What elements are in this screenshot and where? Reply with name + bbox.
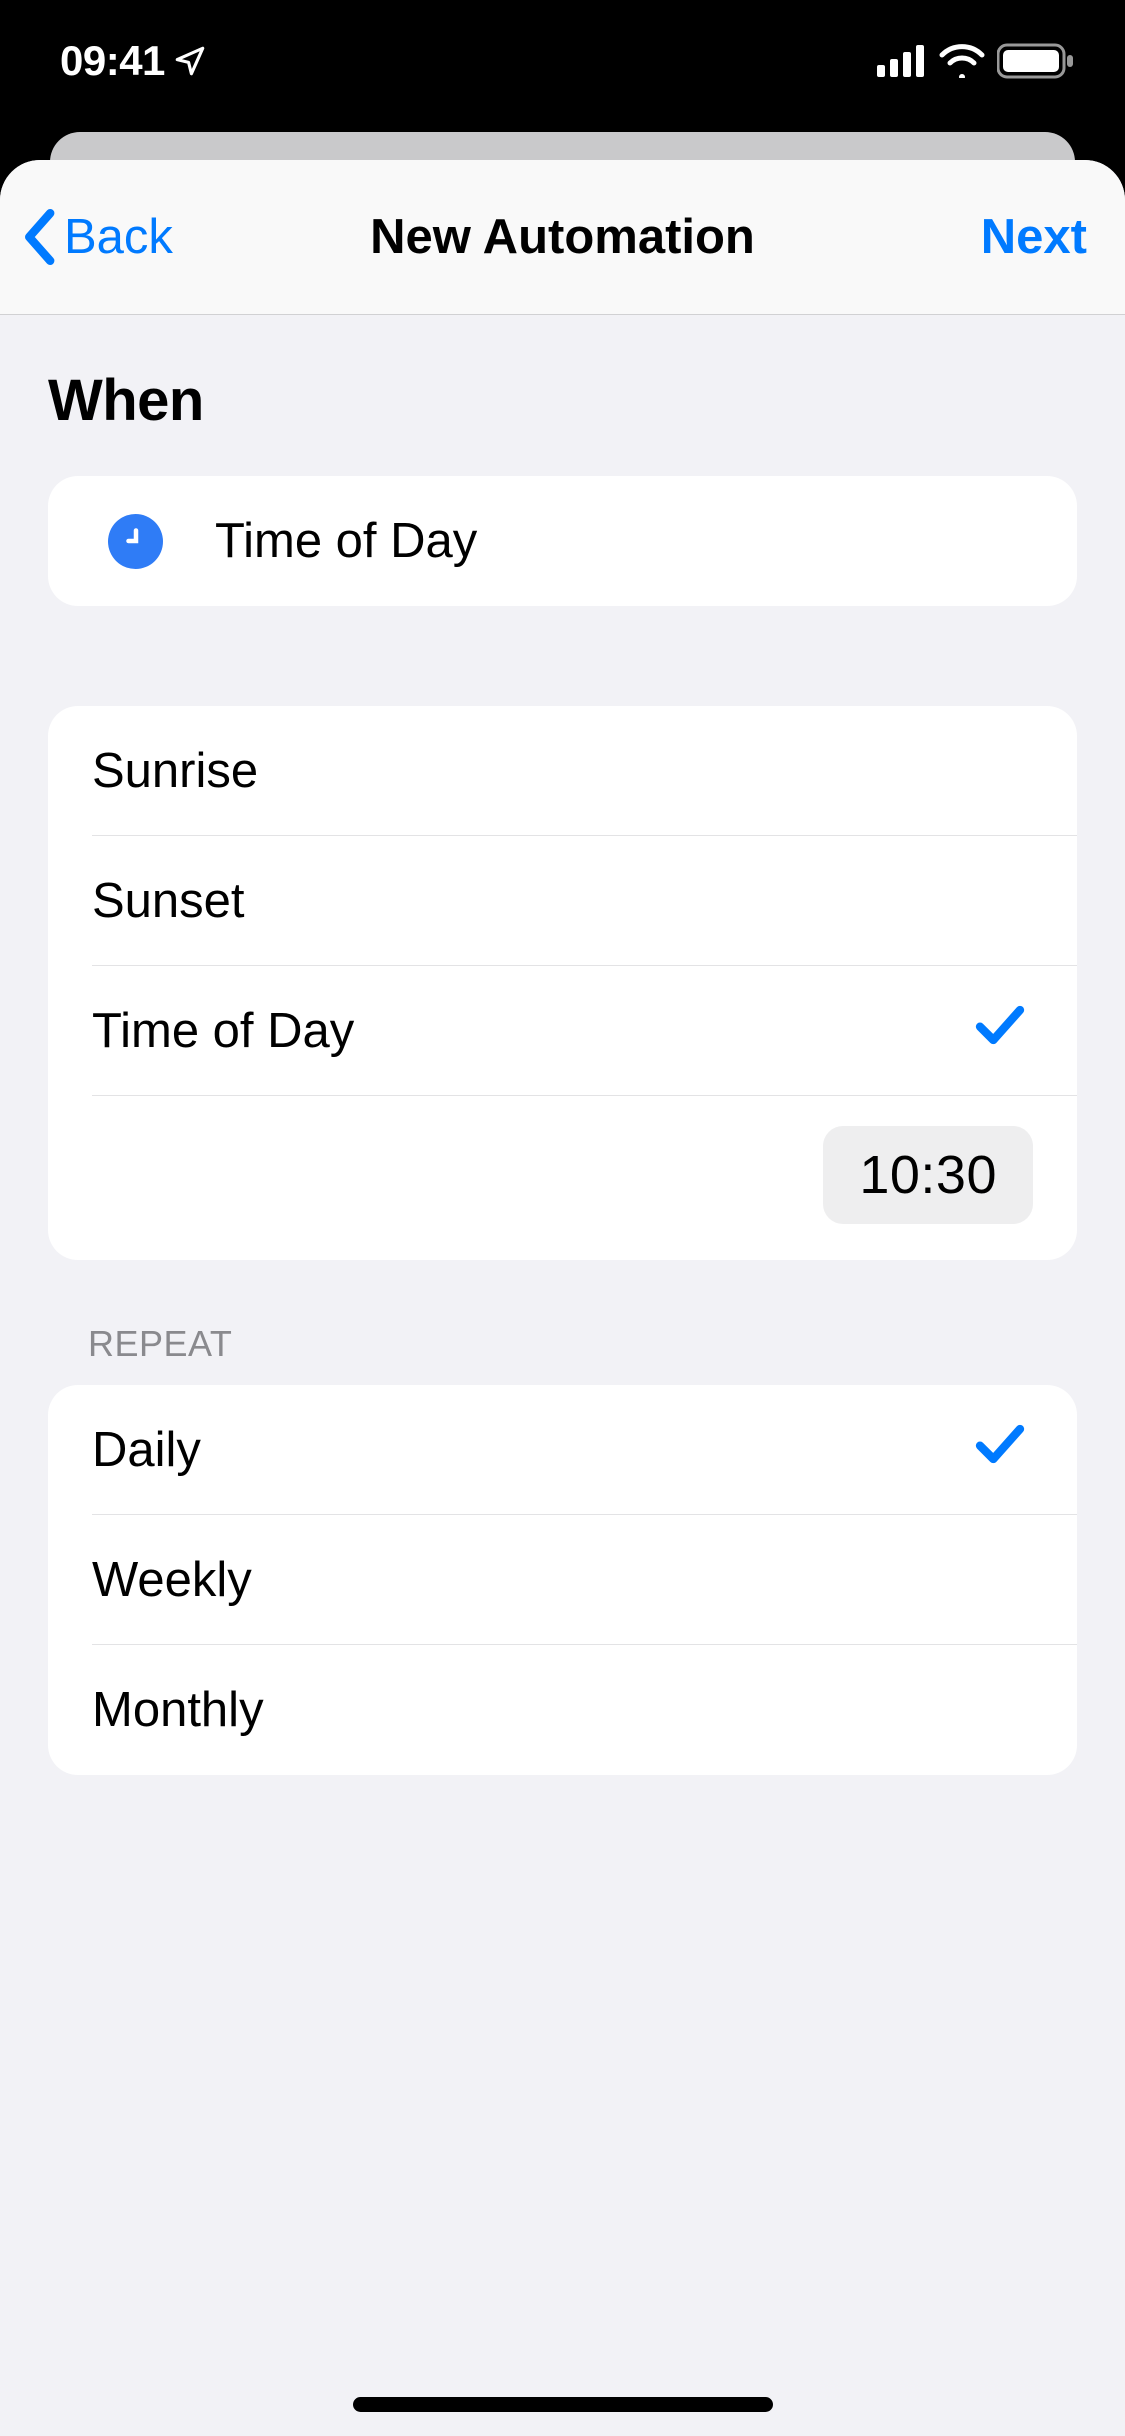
nav-bar: Back New Automation Next (0, 160, 1125, 315)
repeat-label: Monthly (92, 1682, 1033, 1738)
clock-icon (108, 514, 163, 569)
battery-icon (997, 43, 1075, 79)
modal-sheet: Back New Automation Next When Time of Da… (0, 160, 1125, 2436)
repeat-label: Daily (92, 1422, 975, 1478)
time-options-group: Sunrise Sunset Time of Day 10:30 (48, 706, 1077, 1260)
back-label: Back (64, 209, 173, 265)
when-header-label: Time of Day (215, 513, 1033, 569)
repeat-header: REPEAT (88, 1323, 1077, 1365)
when-header-row[interactable]: Time of Day (48, 476, 1077, 606)
option-sunset[interactable]: Sunset (48, 836, 1077, 966)
option-label: Sunrise (92, 743, 1033, 799)
wifi-icon (939, 44, 985, 78)
cellular-icon (877, 45, 927, 77)
repeat-monthly[interactable]: Monthly (48, 1645, 1077, 1775)
time-picker[interactable]: 10:30 (823, 1126, 1033, 1224)
location-icon (173, 44, 207, 78)
checkmark-icon (975, 1422, 1025, 1478)
status-bar: 09:41 (0, 0, 1125, 132)
checkmark-icon (975, 1003, 1025, 1059)
repeat-weekly[interactable]: Weekly (48, 1515, 1077, 1645)
when-header-group: Time of Day (48, 476, 1077, 606)
repeat-group: Daily Weekly Monthly (48, 1385, 1077, 1775)
status-time: 09:41 (60, 37, 165, 85)
status-time-area: 09:41 (60, 37, 207, 85)
chevron-left-icon (20, 209, 58, 265)
option-time-of-day[interactable]: Time of Day (48, 966, 1077, 1096)
option-label: Time of Day (92, 1003, 975, 1059)
status-indicators (877, 43, 1075, 79)
back-button[interactable]: Back (20, 209, 173, 265)
next-button[interactable]: Next (981, 209, 1087, 265)
option-label: Sunset (92, 873, 1033, 929)
option-sunrise[interactable]: Sunrise (48, 706, 1077, 836)
time-picker-row: 10:30 (48, 1096, 1077, 1260)
nav-title: New Automation (370, 209, 755, 265)
repeat-daily[interactable]: Daily (48, 1385, 1077, 1515)
repeat-label: Weekly (92, 1552, 1033, 1608)
home-indicator[interactable] (353, 2397, 773, 2412)
when-title: When (48, 367, 1077, 434)
